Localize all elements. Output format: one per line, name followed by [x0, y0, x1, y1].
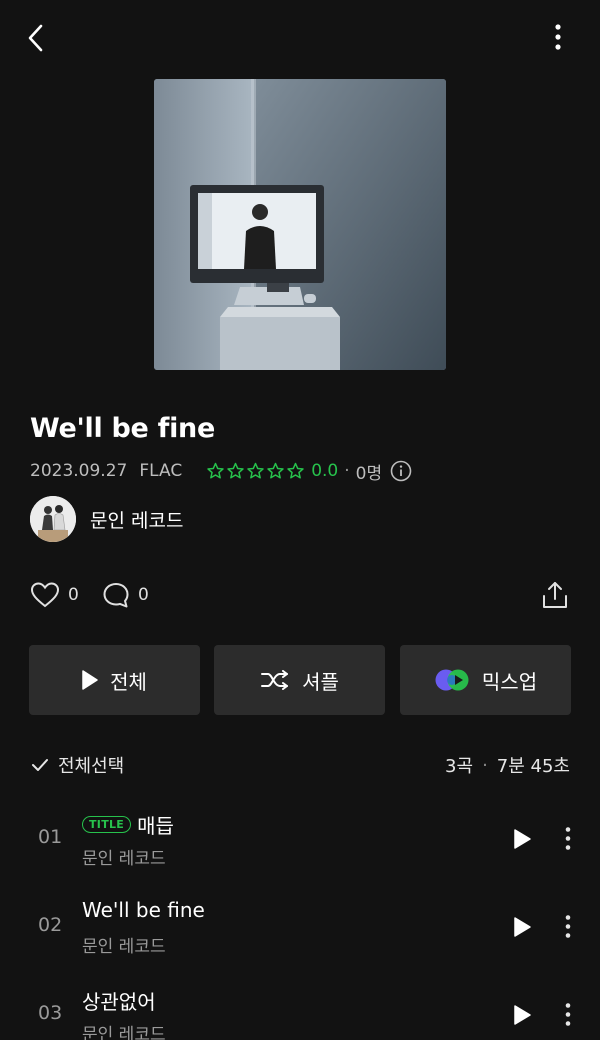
track-title: 상관없어 [82, 990, 156, 1014]
artist-avatar [30, 496, 76, 542]
shuffle-button[interactable]: 셔플 [214, 645, 385, 715]
mixup-logo-icon [435, 669, 469, 691]
more-vertical-icon [565, 1003, 571, 1026]
more-vertical-icon [555, 24, 561, 50]
share-icon [543, 582, 567, 608]
album-cover[interactable] [154, 79, 446, 370]
play-icon [514, 829, 531, 849]
track-more-button[interactable] [558, 914, 578, 940]
track-title: We'll be fine [82, 898, 205, 922]
shuffle-label: 셔플 [302, 669, 339, 694]
select-all-button[interactable]: 전체선택 [30, 752, 124, 778]
playback-buttons: 전체 셔플 믹스업 [29, 645, 571, 715]
album-title: We'll be fine [30, 413, 215, 444]
track-title: 매듭 [137, 814, 174, 838]
track-row[interactable]: 03 상관없어 문인 레코드 [0, 976, 600, 1040]
play-all-label: 전체 [110, 669, 147, 694]
shuffle-icon [261, 670, 289, 690]
mixup-button[interactable]: 믹스업 [400, 645, 571, 715]
star-outline-icon [267, 462, 284, 479]
like-button[interactable]: 0 [30, 578, 79, 612]
total-duration: 7분 45초 [496, 756, 570, 777]
select-all-label: 전체선택 [58, 756, 125, 777]
comment-icon [103, 583, 129, 608]
back-button[interactable] [22, 22, 52, 56]
more-options-button[interactable] [538, 22, 578, 56]
artist-name: 문인 레코드 [90, 509, 184, 532]
artist-link[interactable]: 문인 레코드 [30, 496, 183, 542]
play-icon [82, 670, 98, 690]
star-outline-icon [227, 462, 244, 479]
play-all-button[interactable]: 전체 [29, 645, 200, 715]
play-icon [514, 917, 531, 937]
track-more-button[interactable] [558, 1002, 578, 1028]
track-row[interactable]: 01 TITLE 매듭 문인 레코드 [0, 800, 600, 880]
checkmark-icon [32, 759, 48, 771]
track-row[interactable]: 02 We'll be fine 문인 레코드 [0, 888, 600, 968]
track-title-line: 상관없어 [82, 986, 156, 1015]
info-icon [390, 460, 412, 482]
album-detail-page: We'll be fine 2023.09.27 FLAC 0.0 · 0명 문… [0, 0, 600, 1040]
summary-separator-dot: · [482, 754, 488, 776]
track-play-button[interactable] [510, 1002, 534, 1028]
track-number: 03 [38, 1002, 63, 1024]
meta-separator-dot: · [344, 461, 350, 481]
comment-button[interactable]: 0 [102, 578, 149, 612]
track-artist: 문인 레코드 [82, 849, 166, 869]
more-vertical-icon [565, 915, 571, 938]
track-number: 02 [38, 914, 63, 936]
star-outline-icon [207, 462, 224, 479]
title-track-badge: TITLE [82, 816, 132, 833]
track-play-button[interactable] [510, 826, 534, 852]
comment-count: 0 [138, 585, 149, 605]
share-button[interactable] [540, 578, 570, 612]
rating-info-button[interactable] [390, 460, 412, 482]
album-meta: 2023.09.27 FLAC 0.0 · 0명 [30, 458, 412, 484]
star-outline-icon [287, 462, 304, 479]
track-more-button[interactable] [558, 826, 578, 852]
back-arrow-icon [28, 24, 43, 52]
rating-count: 0명 [355, 463, 383, 484]
album-actions: 0 0 [30, 578, 570, 612]
track-number: 01 [38, 826, 63, 848]
audio-format: FLAC [139, 461, 183, 481]
heart-outline-icon [30, 582, 60, 608]
like-count: 0 [68, 585, 79, 605]
release-date: 2023.09.27 [30, 461, 128, 481]
track-count: 3곡 [445, 756, 474, 777]
track-title-line: We'll be fine [82, 898, 205, 922]
mixup-label: 믹스업 [481, 669, 538, 694]
star-outline-icon [247, 462, 264, 479]
track-artist: 문인 레코드 [82, 1025, 166, 1040]
rating-stars[interactable] [206, 462, 305, 480]
tracklist-summary: 3곡 · 7분 45초 [445, 752, 570, 778]
track-artist: 문인 레코드 [82, 937, 166, 957]
album-cover-artwork [154, 79, 446, 370]
track-play-button[interactable] [510, 914, 534, 940]
tracklist-header: 전체선택 3곡 · 7분 45초 [30, 752, 570, 780]
track-title-line: TITLE 매듭 [82, 810, 174, 839]
more-vertical-icon [565, 827, 571, 850]
rating-score: 0.0 [311, 461, 339, 481]
play-icon [514, 1005, 531, 1025]
